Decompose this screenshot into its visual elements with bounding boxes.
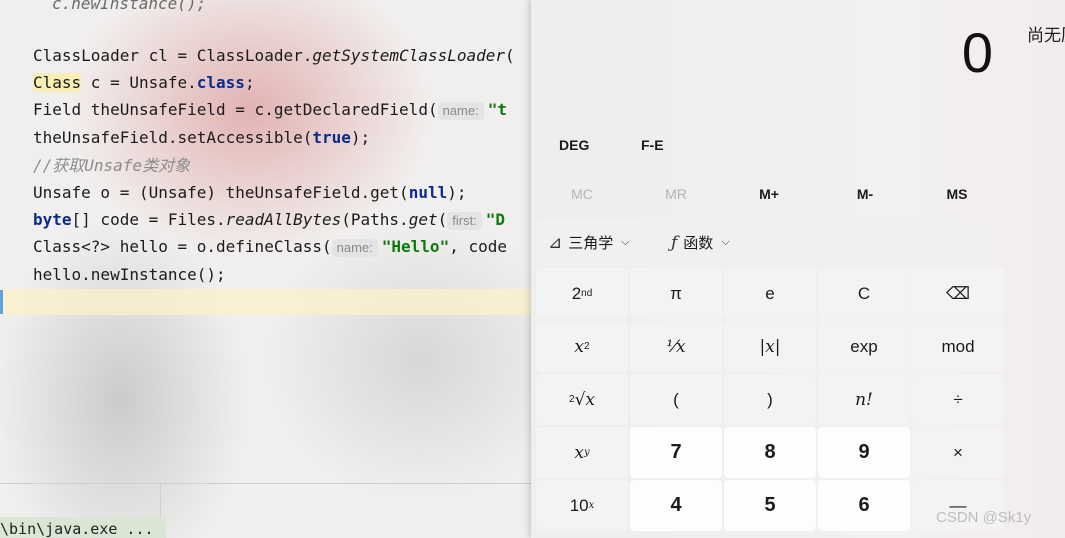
function-bar: ⊿ 三角学 ⌵ ƒ 函数 ⌵ [536, 220, 1004, 266]
code-line-field: Field theUnsafeField = c.getDeclaredFiel… [33, 100, 507, 120]
watermark: CSDN @Sk1y [936, 509, 1032, 526]
code-editor[interactable]: c.newInstance(); ClassLoader cl = ClassL… [0, 0, 531, 538]
text-caret [0, 290, 3, 314]
digit-7-button[interactable]: 7 [630, 427, 722, 478]
code-line-classloader: ClassLoader cl = ClassLoader.getSystemCl… [33, 46, 515, 65]
code-line-define-class: Class<?> hello = o.defineClass(name: "Hel… [33, 237, 507, 257]
second-button[interactable]: 2nd [536, 268, 628, 319]
trig-label: 三角学 [568, 235, 614, 252]
backspace-icon: ⌫ [945, 283, 971, 303]
code-line-class-c: Class c = Unsafe.class; [33, 73, 255, 92]
m-plus-button[interactable]: M+ [722, 186, 816, 202]
divide-button[interactable]: ÷ [912, 374, 1004, 425]
param-hint: first: [447, 212, 482, 230]
ten-power-x-button[interactable]: 10 x [536, 480, 628, 531]
mc-button[interactable]: MC [535, 186, 629, 202]
x-power-y-button[interactable]: xy [536, 427, 628, 478]
triangle-icon: ⊿ [548, 232, 563, 252]
run-console-path[interactable]: \bin\java.exe ... [0, 517, 166, 538]
code-line-unsafe-get: Unsafe o = (Unsafe) theUnsafeField.get(n… [33, 183, 467, 202]
clear-button[interactable]: C [818, 268, 910, 319]
factorial-button[interactable]: n! [818, 374, 910, 425]
function-icon: ƒ [671, 232, 678, 253]
trig-dropdown[interactable]: ⊿ 三角学 ⌵ [548, 232, 630, 253]
left-paren-button[interactable]: ( [630, 374, 722, 425]
chevron-down-icon: ⌵ [721, 236, 730, 248]
mr-button[interactable]: MR [629, 186, 723, 202]
abs-button[interactable]: |x| [724, 321, 816, 372]
fe-button[interactable]: F-E [641, 137, 664, 153]
multiply-button[interactable]: × [912, 427, 1004, 478]
calculator-window: 0 尚无历史记录 DEG F-E MC MR M+ M- MS ⊿ 三角学 ⌵ … [531, 0, 1065, 538]
x-squared-button[interactable]: x2 [536, 321, 628, 372]
right-paren-button[interactable]: ) [724, 374, 816, 425]
code-line-setaccessible: theUnsafeField.setAccessible(true); [33, 128, 371, 147]
reciprocal-button[interactable]: ⅟x [630, 321, 722, 372]
digit-9-button[interactable]: 9 [818, 427, 910, 478]
deg-button[interactable]: DEG [559, 137, 589, 153]
function-label: 函数 [683, 235, 714, 252]
digit-8-button[interactable]: 8 [724, 427, 816, 478]
digit-4-button[interactable]: 4 [630, 480, 722, 531]
panel-splitter[interactable] [160, 483, 161, 517]
code-comment: //获取Unsafe类对象 [33, 156, 191, 175]
digit-6-button[interactable]: 6 [818, 480, 910, 531]
result-display: 0 [961, 21, 993, 84]
code-line-0: c.newInstance(); [52, 0, 207, 13]
exp-button[interactable]: exp [818, 321, 910, 372]
code-line-read-bytes: byte[] code = Files.readAllBytes(Paths.g… [33, 210, 506, 230]
code-line-new-instance: hello.newInstance(); [33, 265, 226, 284]
current-line-highlight[interactable] [0, 289, 531, 315]
pi-button[interactable]: π [630, 268, 722, 319]
panel-divider [0, 483, 531, 484]
chevron-down-icon: ⌵ [621, 236, 630, 248]
backspace-button[interactable]: ⌫ [912, 268, 1004, 319]
e-button[interactable]: e [724, 268, 816, 319]
param-hint: name: [437, 102, 484, 120]
function-dropdown[interactable]: ƒ 函数 ⌵ [671, 232, 730, 253]
mod-button[interactable]: mod [912, 321, 1004, 372]
param-hint: name: [331, 239, 378, 257]
ms-button[interactable]: MS [910, 186, 1004, 202]
history-label: 尚无历史记录 [1027, 26, 1065, 45]
m-minus-button[interactable]: M- [818, 186, 912, 202]
digit-5-button[interactable]: 5 [724, 480, 816, 531]
square-root-button[interactable]: 2 √x [536, 374, 628, 425]
